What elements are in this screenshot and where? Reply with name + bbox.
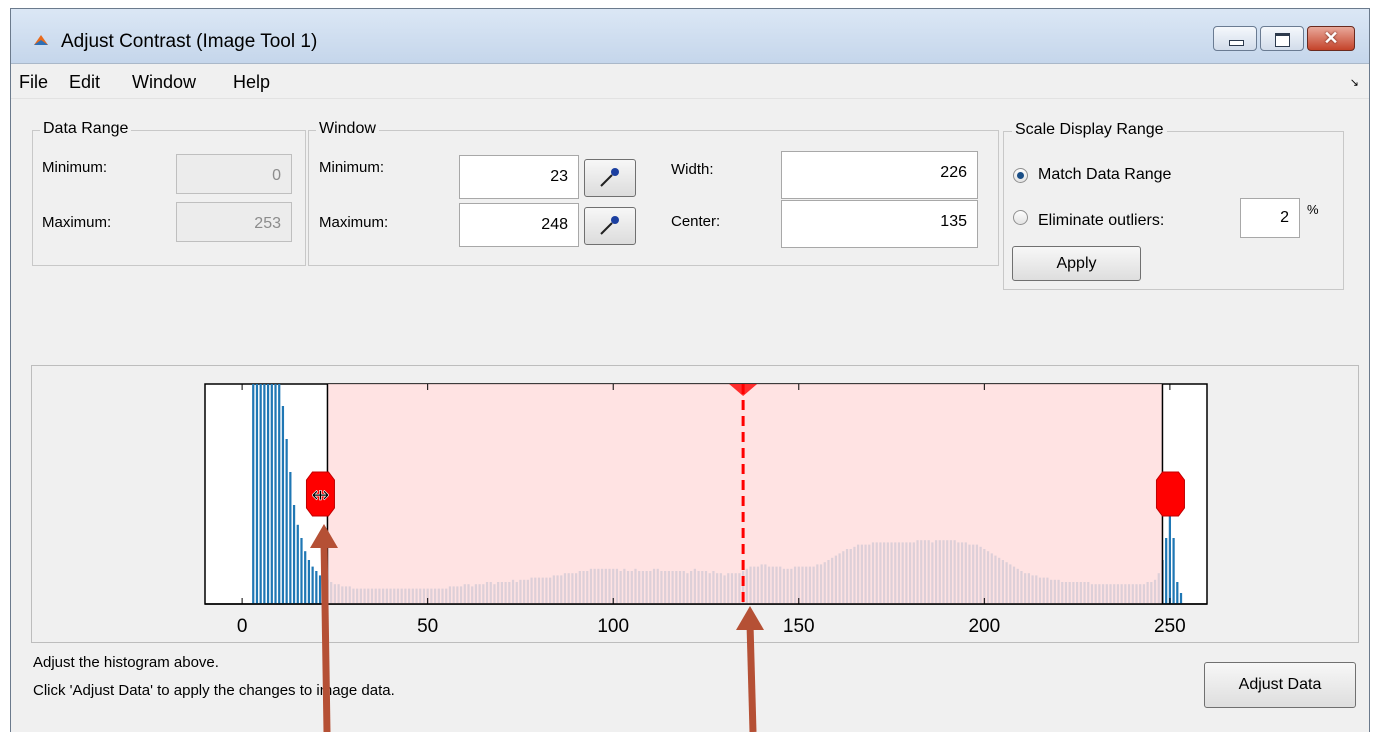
histogram-bar	[304, 551, 307, 604]
close-button[interactable]: ✕	[1307, 26, 1355, 51]
data-max-field: 253	[176, 202, 292, 242]
status-line-2: Click 'Adjust Data' to apply the changes…	[33, 682, 395, 699]
data-min-label: Minimum:	[42, 159, 108, 176]
apply-button[interactable]: Apply	[1012, 246, 1141, 281]
histogram-bar	[255, 384, 259, 604]
histogram-bar	[296, 524, 299, 604]
minimize-button[interactable]	[1213, 26, 1257, 51]
window-min-picker-button[interactable]	[584, 159, 636, 197]
histogram-bar	[292, 505, 296, 604]
outlier-percent-input[interactable]: 2	[1240, 198, 1300, 238]
window-group-title: Window	[316, 120, 379, 138]
data-range-title: Data Range	[40, 120, 132, 138]
window-controls: ✕	[1210, 26, 1355, 51]
x-tick-label: 100	[597, 616, 629, 637]
histogram-bar	[1165, 538, 1168, 604]
x-tick-label: 250	[1154, 616, 1186, 637]
window-range-group: Window Minimum: 23 Maximum: 248 Width: 2…	[308, 120, 999, 266]
histogram-bar	[307, 560, 311, 604]
minimize-icon	[1229, 40, 1244, 46]
histogram-bar	[252, 384, 255, 604]
histogram-bar	[285, 439, 288, 604]
histogram-panel: 0 50 100 150 200 250 ⇹	[31, 365, 1359, 643]
window-center-input[interactable]: 135	[781, 200, 978, 248]
x-tick-label: 0	[237, 616, 248, 637]
window-region	[327, 384, 1163, 604]
close-icon: ✕	[1323, 28, 1339, 48]
menu-window[interactable]: Window	[132, 72, 196, 93]
histogram-bar	[278, 384, 281, 604]
window-width-label: Width:	[671, 161, 714, 178]
window-min-label: Minimum:	[319, 159, 385, 176]
eyedropper-icon	[600, 216, 619, 235]
adjust-contrast-window: Adjust Contrast (Image Tool 1) ✕ File Ed…	[10, 8, 1370, 732]
histogram-bar	[266, 384, 270, 604]
window-max-picker-button[interactable]	[584, 207, 636, 245]
matlab-logo-icon	[34, 35, 48, 45]
histogram-bar	[322, 577, 325, 604]
histogram-chart[interactable]: 0 50 100 150 200 250 ⇹	[32, 366, 1358, 642]
eyedropper-icon	[600, 168, 619, 187]
window-max-label: Maximum:	[319, 214, 389, 231]
x-tick-label: 150	[783, 616, 815, 637]
dock-arrow-icon[interactable]: ↘	[1350, 76, 1359, 89]
histogram-bar	[300, 538, 303, 604]
histogram-bar	[318, 575, 322, 604]
histogram-bar	[311, 566, 314, 604]
histogram-bar	[263, 384, 266, 604]
scale-display-group: Scale Display Range Match Data Range Eli…	[1003, 121, 1344, 290]
menu-bar: File Edit Window Help ↘	[11, 64, 1369, 99]
window-max-input[interactable]: 248	[459, 203, 579, 247]
window-min-input[interactable]: 23	[459, 155, 579, 199]
maximize-button[interactable]	[1260, 26, 1304, 51]
maximize-icon	[1275, 33, 1290, 47]
scale-display-title: Scale Display Range	[1012, 121, 1167, 139]
data-max-label: Maximum:	[42, 214, 112, 231]
histogram-bar	[315, 571, 318, 604]
window-max-handle	[1155, 471, 1185, 517]
percent-label: %	[1307, 202, 1319, 217]
x-tick-label: 50	[417, 616, 438, 637]
window-width-input[interactable]: 226	[781, 151, 978, 199]
window-title: Adjust Contrast (Image Tool 1)	[61, 31, 318, 52]
data-range-group: Data Range Minimum: 0 Maximum: 253	[32, 120, 306, 266]
window-center-label: Center:	[671, 213, 721, 230]
menu-file[interactable]: File	[19, 72, 48, 93]
histogram-bar	[259, 384, 262, 604]
eliminate-outliers-radio[interactable]	[1013, 210, 1028, 225]
histogram-bar	[274, 384, 277, 604]
adjust-data-button[interactable]: Adjust Data	[1204, 662, 1356, 708]
match-data-range-label[interactable]: Match Data Range	[1038, 166, 1171, 184]
x-tick-label: 200	[968, 616, 1000, 637]
histogram-bar	[1176, 582, 1179, 604]
data-min-field: 0	[176, 154, 292, 194]
resize-cursor-icon: ⇹	[311, 483, 329, 508]
histogram-bar	[289, 472, 292, 604]
histogram-bar	[281, 406, 285, 604]
menu-help[interactable]: Help	[233, 72, 270, 93]
eliminate-outliers-label[interactable]: Eliminate outliers:	[1038, 212, 1164, 230]
histogram-bar	[270, 384, 273, 604]
title-bar[interactable]: Adjust Contrast (Image Tool 1) ✕	[11, 9, 1369, 64]
status-line-1: Adjust the histogram above.	[33, 654, 219, 671]
menu-edit[interactable]: Edit	[69, 72, 100, 93]
match-data-range-radio[interactable]	[1013, 168, 1028, 183]
histogram-bar	[1179, 593, 1183, 604]
histogram-bar	[1172, 538, 1175, 604]
